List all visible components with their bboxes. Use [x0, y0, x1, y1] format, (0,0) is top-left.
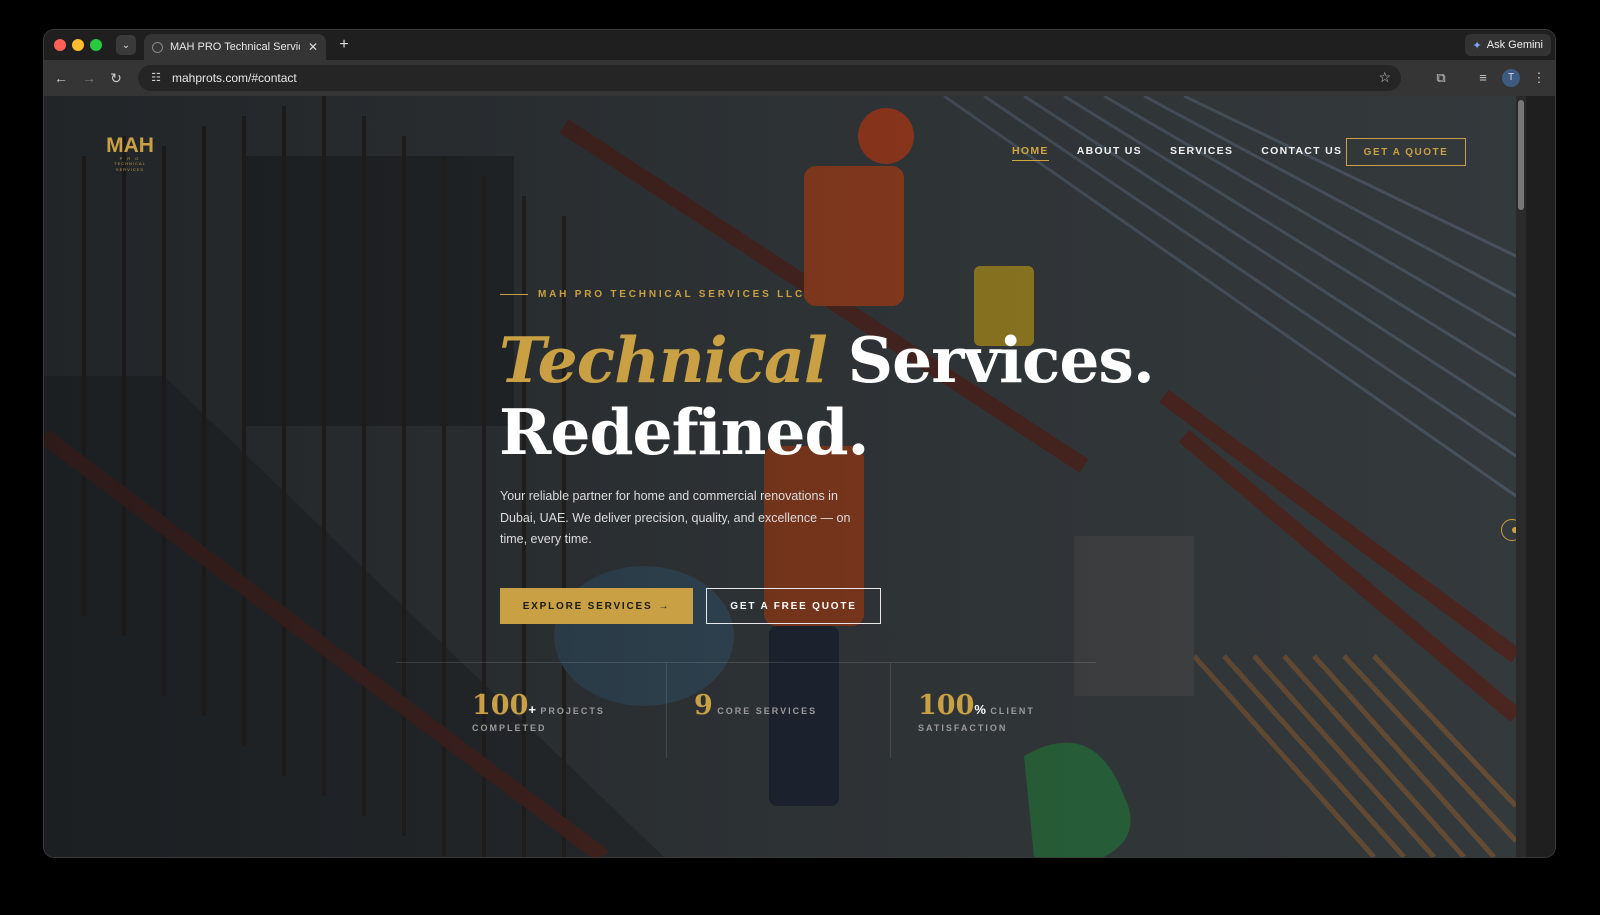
stat-core-services: 9 CORE SERVICES	[694, 692, 817, 720]
logo-wordmark: MAH	[106, 134, 154, 157]
logo-tagline: TECHNICAL SERVICES	[114, 161, 146, 172]
site-settings-icon[interactable]: ☷	[148, 70, 164, 86]
site-logo[interactable]: MAH P R O TECHNICAL SERVICES	[100, 134, 160, 173]
main-navigation: HOME ABOUT US SERVICES CONTACT US	[1012, 145, 1342, 161]
menu-kebab-icon[interactable]: ⋮	[1529, 68, 1549, 88]
side-scroll-indicator[interactable]	[1501, 519, 1516, 541]
minimize-window-button[interactable]	[72, 39, 84, 51]
reading-list-icon[interactable]: ≡	[1473, 68, 1493, 88]
arrow-right-icon: →	[658, 600, 671, 612]
nav-about-us[interactable]: ABOUT US	[1077, 145, 1142, 161]
extensions-icon[interactable]: ⧉	[1431, 68, 1451, 88]
forward-arrow-icon[interactable]: →	[79, 68, 99, 88]
browser-window: ⌄ MAH PRO Technical Services ✕ + ✦ Ask G…	[44, 30, 1555, 857]
nav-services[interactable]: SERVICES	[1170, 145, 1233, 161]
stats-top-rule	[396, 662, 1096, 663]
chevron-down-icon: ⌄	[121, 39, 131, 51]
hero-eyebrow: MAH PRO TECHNICAL SERVICES LLC	[500, 289, 805, 300]
active-tab[interactable]: MAH PRO Technical Services ✕	[144, 34, 326, 60]
page-viewport: MAH P R O TECHNICAL SERVICES HOME ABOUT …	[44, 96, 1516, 857]
hero-headline: Technical Services. Redefined.	[499, 323, 1155, 469]
close-window-button[interactable]	[54, 39, 66, 51]
window-controls	[54, 39, 102, 51]
reload-icon[interactable]: ↻	[106, 68, 126, 88]
back-arrow-icon[interactable]: ←	[51, 68, 71, 88]
ask-gemini-button[interactable]: ✦ Ask Gemini	[1464, 34, 1551, 56]
maximize-window-button[interactable]	[90, 39, 102, 51]
stat-number: 100	[472, 690, 529, 721]
nav-contact-us[interactable]: CONTACT US	[1261, 145, 1342, 161]
stat-number: 9	[694, 690, 713, 721]
stat-number: 100	[918, 690, 975, 721]
get-free-quote-button[interactable]: GET A FREE QUOTE	[706, 588, 881, 624]
headline-rest: Services.	[826, 323, 1155, 397]
gemini-sparkle-icon: ✦	[1472, 39, 1482, 52]
headline-line2: Redefined.	[499, 395, 869, 469]
eyebrow-text: MAH PRO TECHNICAL SERVICES LLC	[538, 289, 805, 300]
stat-suffix: %	[974, 702, 986, 717]
tab-search-button[interactable]: ⌄	[116, 35, 136, 55]
url-text[interactable]: mahprots.com/#contact	[172, 71, 297, 85]
stat-client-satisfaction: 100% CLIENT SATISFACTION	[918, 690, 1035, 734]
tab-title: MAH PRO Technical Services	[170, 41, 300, 53]
ask-gemini-label: Ask Gemini	[1486, 39, 1543, 51]
stat-label-line2: SATISFACTION	[918, 723, 1008, 733]
browser-toolbar: ← → ↻ ☷ mahprots.com/#contact ☆ ⧉ ≡ T ⋮	[44, 60, 1555, 96]
stat-projects: 100+ PROJECTS COMPLETED	[472, 690, 605, 734]
hero-dark-overlay	[44, 96, 1516, 857]
stat-label: CORE SERVICES	[717, 706, 818, 716]
explore-services-label: EXPLORE SERVICES	[522, 600, 653, 612]
new-tab-button[interactable]: +	[334, 35, 354, 55]
nav-home[interactable]: HOME	[1012, 145, 1049, 161]
bookmark-star-icon[interactable]: ☆	[1378, 69, 1391, 86]
explore-services-button[interactable]: EXPLORE SERVICES →	[500, 588, 693, 624]
close-icon[interactable]: ✕	[308, 40, 318, 54]
stat-label-line2: COMPLETED	[472, 723, 547, 733]
headline-accent: Technical	[499, 323, 828, 397]
address-bar[interactable]: ☷ mahprots.com/#contact ☆	[138, 65, 1401, 91]
scrollbar-thumb[interactable]	[1518, 100, 1524, 210]
hero-lead: Your reliable partner for home and comme…	[500, 489, 851, 546]
stat-label: CLIENT	[990, 706, 1035, 716]
get-a-quote-button[interactable]: GET A QUOTE	[1346, 138, 1466, 166]
page-scrollbar[interactable]	[1516, 96, 1526, 857]
globe-icon	[152, 41, 163, 53]
stat-divider	[666, 663, 667, 758]
eyebrow-divider	[500, 293, 528, 296]
stat-suffix: +	[528, 702, 536, 717]
tab-strip: ⌄ MAH PRO Technical Services ✕ + ✦ Ask G…	[44, 30, 1555, 60]
profile-avatar[interactable]: T	[1502, 69, 1520, 87]
stat-divider	[890, 663, 891, 758]
stat-label: PROJECTS	[540, 706, 605, 716]
